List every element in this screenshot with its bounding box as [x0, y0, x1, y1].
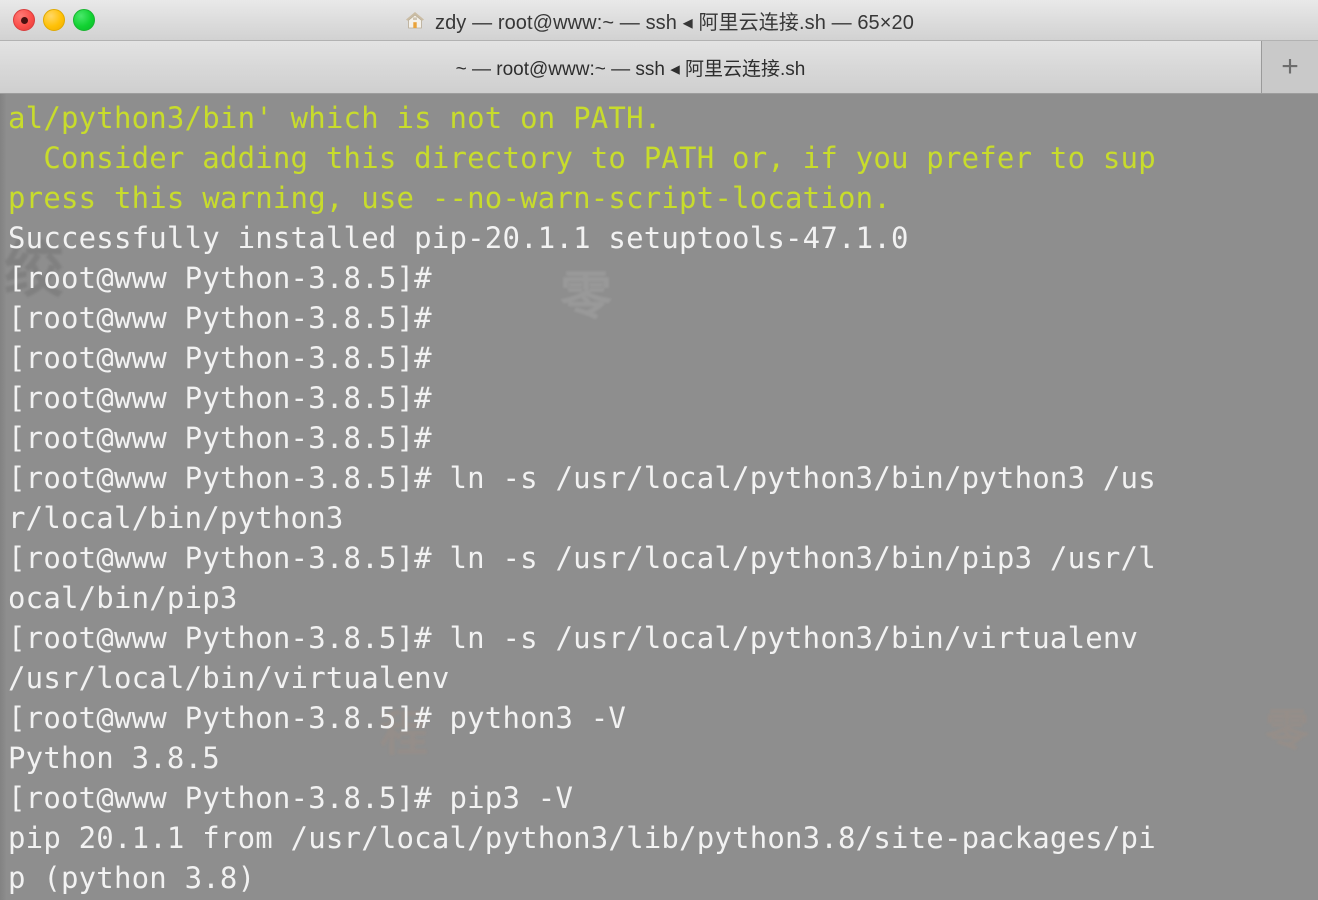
terminal-line: [root@www Python-3.8.5]# ln -s /usr/loca…: [8, 621, 1139, 655]
traffic-lights: [13, 0, 95, 40]
close-button[interactable]: [13, 9, 35, 31]
terminal-output: al/python3/bin' which is not on PATH. Co…: [0, 94, 1318, 898]
titlebar: zdy — root@www:~ — ssh ◂ 阿里云连接.sh — 65×2…: [0, 0, 1318, 41]
terminal-line: press this warning, use --no-warn-script…: [8, 181, 891, 215]
terminal-line: [root@www Python-3.8.5]#: [8, 301, 432, 335]
terminal-line: [root@www Python-3.8.5]#: [8, 261, 432, 295]
terminal-screen[interactable]: 绞 零 程 零 比云主机快些本 al/python3/bin' which is…: [0, 94, 1318, 900]
tabbar: ~ — root@www:~ — ssh ◂ 阿里云连接.sh +: [0, 41, 1318, 94]
terminal-line: Consider adding this directory to PATH o…: [8, 141, 1156, 175]
terminal-line: [root@www Python-3.8.5]#: [8, 381, 432, 415]
terminal-line: [root@www Python-3.8.5]# python3 -V: [8, 701, 627, 735]
terminal-line: [root@www Python-3.8.5]# pip3 -V: [8, 781, 574, 815]
minimize-button[interactable]: [43, 9, 65, 31]
terminal-line: [root@www Python-3.8.5]# ln -s /usr/loca…: [8, 461, 1156, 495]
terminal-line: Python 3.8.5: [8, 741, 220, 775]
window-title-wrap: zdy — root@www:~ — ssh ◂ 阿里云连接.sh — 65×2…: [404, 6, 914, 35]
terminal-line: p (python 3.8): [8, 861, 256, 895]
terminal-line: [root@www Python-3.8.5]#: [8, 341, 432, 375]
tab-label: ~ — root@www:~ — ssh ◂ 阿里云连接.sh: [455, 58, 806, 80]
terminal-line: pip 20.1.1 from /usr/local/python3/lib/p…: [8, 821, 1156, 855]
tab-ssh-session[interactable]: ~ — root@www:~ — ssh ◂ 阿里云连接.sh: [0, 41, 1262, 93]
terminal-window: zdy — root@www:~ — ssh ◂ 阿里云连接.sh — 65×2…: [0, 0, 1318, 900]
terminal-line: /usr/local/bin/virtualenv: [8, 661, 450, 695]
terminal-line: [root@www Python-3.8.5]# ln -s /usr/loca…: [8, 541, 1156, 575]
maximize-button[interactable]: [73, 9, 95, 31]
terminal-line: Successfully installed pip-20.1.1 setupt…: [8, 221, 909, 255]
new-tab-button[interactable]: +: [1262, 41, 1318, 93]
home-icon: [404, 9, 426, 31]
terminal-line: [root@www Python-3.8.5]#: [8, 421, 432, 455]
terminal-line: al/python3/bin' which is not on PATH.: [8, 101, 662, 135]
terminal-line: ocal/bin/pip3: [8, 581, 238, 615]
terminal-line: r/local/bin/python3: [8, 501, 344, 535]
window-title: zdy — root@www:~ — ssh ◂ 阿里云连接.sh — 65×2…: [434, 11, 915, 34]
